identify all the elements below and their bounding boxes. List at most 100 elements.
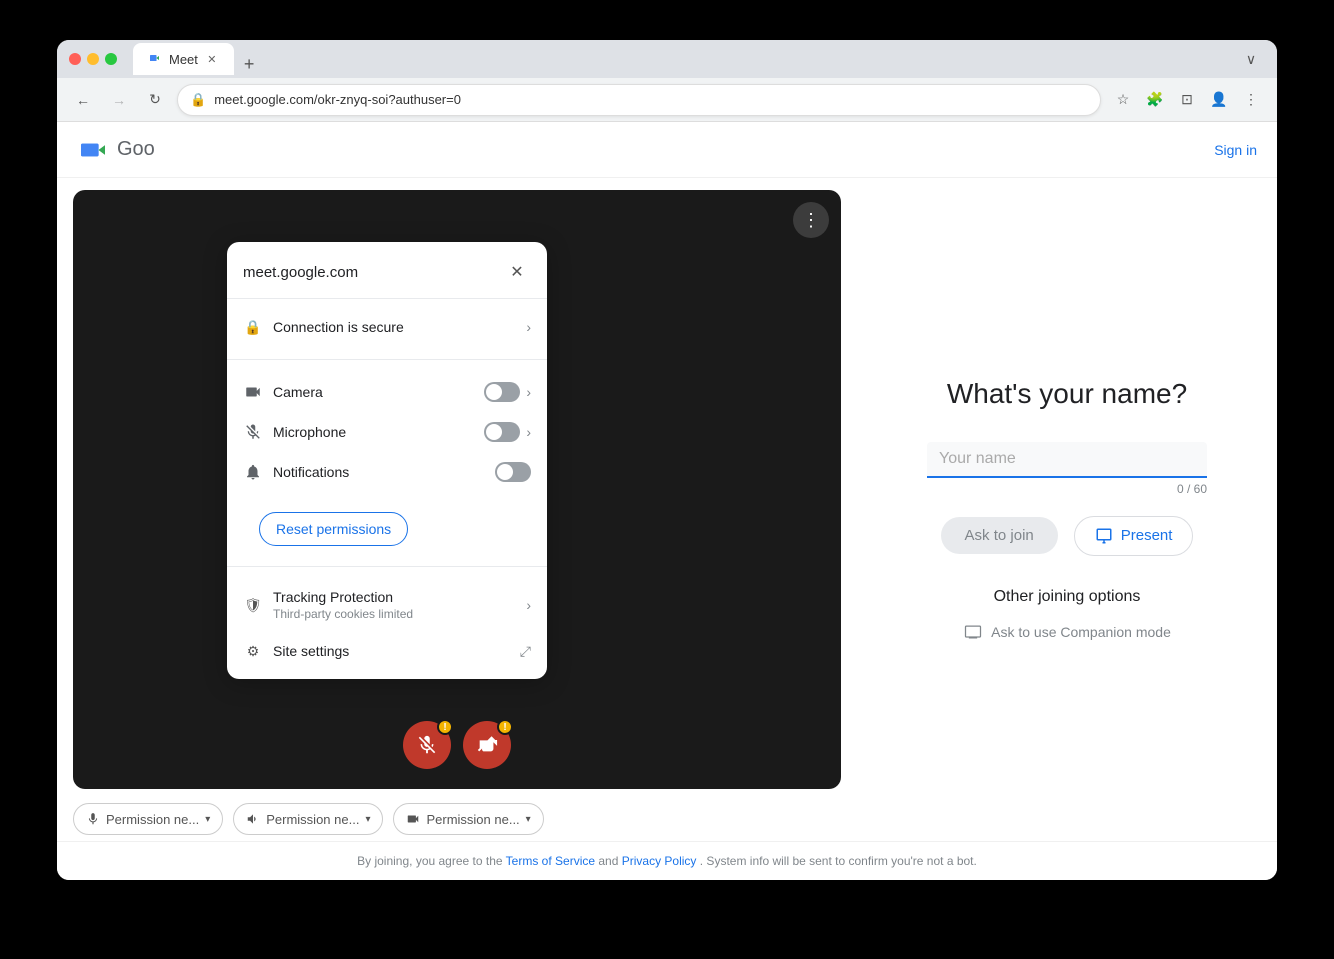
camera-perm-label: Permission ne...: [426, 812, 519, 827]
title-bar: Meet ✕ + ∨: [57, 40, 1277, 78]
page-content: Goo Sign in ⋮ !: [57, 122, 1277, 880]
mic-perm-icon: [86, 812, 100, 826]
minimize-button[interactable]: [87, 53, 99, 65]
tracking-icon: 🛡: [243, 595, 263, 615]
microphone-row[interactable]: Microphone ›: [227, 412, 547, 452]
popup-domain: meet.google.com: [243, 264, 358, 281]
mic-perm-right: ›: [484, 422, 531, 442]
mic-off-icon: [416, 734, 438, 756]
omnibox-actions: ☆ 🧩 ⊡ 👤 ⋮: [1109, 86, 1265, 114]
mic-row-chevron: ›: [526, 424, 531, 440]
cam-off-icon: [476, 734, 498, 756]
mic-toggle-button[interactable]: !: [403, 721, 451, 769]
notifications-perm-icon: [243, 462, 263, 482]
omnibox-bar: ← → ↻ 🔒 meet.google.com/okr-znyq-soi?aut…: [57, 78, 1277, 122]
speaker-perm-chevron: ▾: [365, 814, 370, 825]
tab-favicon: [147, 50, 163, 69]
name-input[interactable]: [927, 442, 1207, 476]
connection-row[interactable]: 🔒 Connection is secure ›: [227, 307, 547, 347]
other-options-label: Other joining options: [994, 588, 1141, 606]
maximize-button[interactable]: [105, 53, 117, 65]
bookmark-icon[interactable]: ☆: [1109, 86, 1137, 114]
privacy-policy-link[interactable]: Privacy Policy: [622, 854, 697, 868]
companion-label: Ask to use Companion mode: [991, 624, 1171, 640]
notifications-toggle[interactable]: [495, 462, 531, 482]
tab-bar: Meet ✕ +: [133, 43, 1229, 75]
video-more-button[interactable]: ⋮: [793, 202, 829, 238]
permission-bar: Permission ne... ▾ Permission ne... ▾: [57, 797, 857, 841]
companion-mode-button[interactable]: Ask to use Companion mode: [963, 622, 1171, 642]
lock-icon: 🔒: [190, 92, 206, 108]
mic-perm-row-icon: [243, 422, 263, 442]
popup-divider-1: [227, 359, 547, 360]
tab-close-icon[interactable]: ✕: [204, 51, 220, 67]
camera-perm-row-icon: [243, 382, 263, 402]
popup-header: meet.google.com ✕: [227, 242, 547, 299]
camera-perm-row-label: Camera: [273, 384, 474, 400]
mic-permission-pill[interactable]: Permission ne... ▾: [73, 803, 223, 835]
security-popup: meet.google.com ✕ 🔒 Connection is secure…: [227, 242, 547, 679]
active-tab[interactable]: Meet ✕: [133, 43, 234, 75]
site-settings-external-icon: ⤢: [520, 643, 531, 660]
tracking-text: Tracking Protection Third-party cookies …: [273, 589, 516, 621]
connection-chevron: ›: [526, 319, 531, 335]
close-button[interactable]: [69, 53, 81, 65]
connection-label: Connection is secure: [273, 319, 516, 335]
tracking-chevron: ›: [526, 597, 531, 613]
popup-tracking-section: 🛡 Tracking Protection Third-party cookie…: [227, 571, 547, 679]
name-input-wrapper: [927, 442, 1207, 478]
forward-button[interactable]: →: [105, 86, 133, 114]
speaker-perm-icon: [246, 812, 260, 826]
reset-permissions-button[interactable]: Reset permissions: [259, 512, 408, 546]
site-settings-icon: ⚙: [243, 641, 263, 661]
site-settings-row[interactable]: ⚙ Site settings ⤢: [227, 631, 547, 671]
speaker-perm-label: Permission ne...: [266, 812, 359, 827]
split-view-icon[interactable]: ⊡: [1173, 86, 1201, 114]
footer-text-pre: By joining, you agree to the: [357, 854, 506, 868]
extensions-icon[interactable]: 🧩: [1141, 86, 1169, 114]
mic-perm-label: Permission ne...: [106, 812, 199, 827]
browser-window: Meet ✕ + ∨ ← → ↻ 🔒 meet.google.com/okr-z…: [57, 40, 1277, 880]
meet-logo-text: Goo: [117, 138, 155, 161]
mic-perm-row-label: Microphone: [273, 424, 474, 440]
video-controls: ! !: [403, 721, 511, 769]
join-actions: Ask to join Present: [941, 516, 1194, 556]
tracking-label: Tracking Protection: [273, 589, 516, 605]
browser-controls-right: ∨: [1237, 45, 1265, 73]
popup-divider-2: [227, 566, 547, 567]
back-button[interactable]: ←: [69, 86, 97, 114]
right-panel: What's your name? 0 / 60 Ask to join Pre…: [857, 178, 1277, 841]
mic-perm-chevron: ▾: [205, 814, 210, 825]
present-button[interactable]: Present: [1074, 516, 1194, 556]
camera-toggle[interactable]: [484, 382, 520, 402]
camera-permission-pill[interactable]: Permission ne... ▾: [393, 803, 543, 835]
footer-text-mid: and: [598, 854, 621, 868]
address-bar[interactable]: 🔒 meet.google.com/okr-znyq-soi?authuser=…: [177, 84, 1101, 116]
microphone-toggle[interactable]: [484, 422, 520, 442]
speaker-permission-pill[interactable]: Permission ne... ▾: [233, 803, 383, 835]
tracking-row[interactable]: 🛡 Tracking Protection Third-party cookie…: [227, 579, 547, 631]
url-display: meet.google.com/okr-znyq-soi?authuser=0: [214, 92, 1088, 107]
camera-row-chevron: ›: [526, 384, 531, 400]
traffic-lights: [69, 53, 117, 65]
new-tab-button[interactable]: +: [238, 54, 261, 75]
refresh-button[interactable]: ↻: [141, 86, 169, 114]
notifications-row[interactable]: Notifications: [227, 452, 547, 492]
ask-join-button[interactable]: Ask to join: [941, 517, 1058, 554]
cam-toggle-button[interactable]: !: [463, 721, 511, 769]
camera-perm-icon: [406, 812, 420, 826]
popup-permissions-section: Camera › Microphone ›: [227, 364, 547, 500]
meet-logo-icon: [77, 134, 109, 166]
terms-of-service-link[interactable]: Terms of Service: [506, 854, 595, 868]
page-footer: By joining, you agree to the Terms of Se…: [57, 841, 1277, 880]
popup-close-button[interactable]: ✕: [503, 258, 531, 286]
camera-row[interactable]: Camera ›: [227, 372, 547, 412]
dropdown-icon[interactable]: ∨: [1237, 45, 1265, 73]
char-count: 0 / 60: [927, 482, 1207, 496]
sign-in-button[interactable]: Sign in: [1214, 142, 1257, 158]
footer-text-post: . System info will be sent to confirm yo…: [700, 854, 977, 868]
menu-icon[interactable]: ⋮: [1237, 86, 1265, 114]
tab-title: Meet: [169, 52, 198, 67]
companion-icon: [963, 622, 983, 642]
profile-icon[interactable]: 👤: [1205, 86, 1233, 114]
